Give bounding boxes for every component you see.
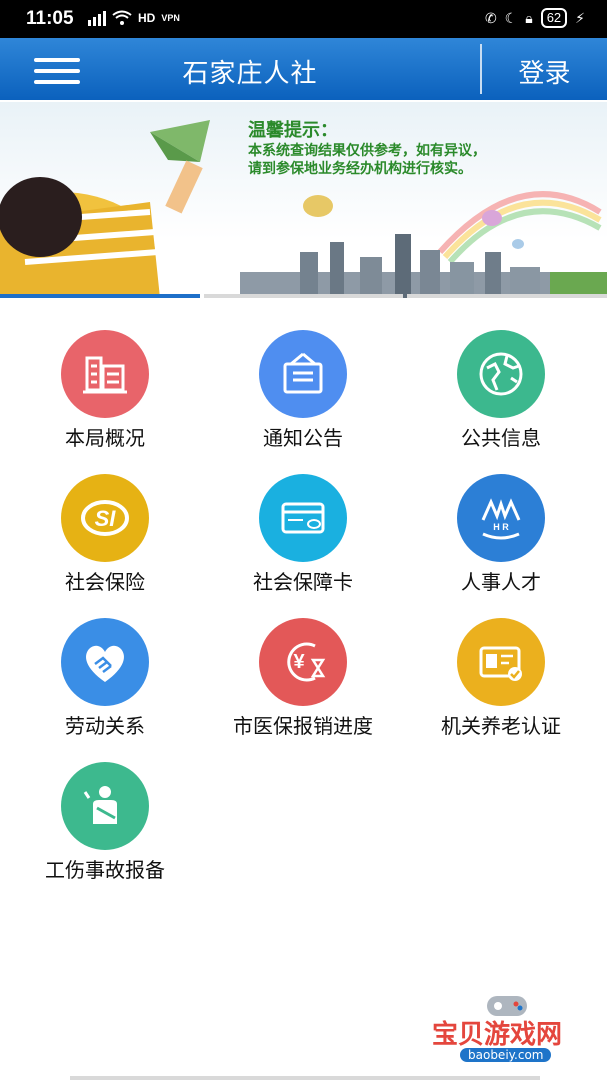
pager-dot[interactable] — [0, 294, 200, 298]
bottom-indicator — [70, 1076, 540, 1080]
page-title: 石家庄人社 — [182, 59, 318, 89]
banner-line-2: 请到参保地业务经办机构进行核实。 — [248, 161, 472, 177]
si-logo-icon: SI — [61, 474, 149, 562]
grid-item-personnel[interactable]: H R 人事人才 — [411, 474, 591, 595]
svg-text:H R: H R — [493, 522, 509, 532]
grid-item-label: 市医保报销进度 — [233, 714, 373, 738]
status-left-icons: HD VPN — [86, 10, 180, 26]
svg-text:¥: ¥ — [293, 651, 305, 673]
hd-icon: HD — [138, 11, 156, 25]
app-header: 石家庄人社 登录 — [0, 38, 607, 100]
signal-4g-icon — [88, 11, 106, 26]
grid-item-bureau-overview[interactable]: 本局概况 — [15, 330, 195, 451]
status-bar: 11:05 HD VPN ✆ ☾ 🔒︎ 62 ⚡︎ — [0, 0, 607, 38]
banner-pager — [0, 294, 607, 298]
grid-item-label: 本局概况 — [65, 426, 145, 450]
handshake-heart-icon — [61, 618, 149, 706]
grid-item-work-injury-report[interactable]: 工伤事故报备 — [15, 762, 195, 883]
charging-icon: ⚡︎ — [575, 9, 585, 26]
notice-banner[interactable]: 温馨提示： 本系统查询结果仅供参考，如有异议， 请到参保地业务经办机构进行核实。 — [0, 102, 607, 298]
battery-icon: 62 — [540, 8, 568, 28]
grid-item-label: 通知公告 — [263, 426, 343, 450]
status-right-icons: ✆ ☾ 🔒︎ 62 ⚡︎ — [485, 8, 585, 28]
card-icon — [259, 474, 347, 562]
grid-item-labor-relations[interactable]: 劳动关系 — [15, 618, 195, 739]
banner-line-1: 本系统查询结果仅供参考，如有异议， — [248, 143, 486, 159]
id-check-icon — [457, 618, 545, 706]
grid-item-public-info[interactable]: 公共信息 — [411, 330, 591, 451]
yen-hourglass-icon: ¥ — [259, 618, 347, 706]
notice-board-icon — [259, 330, 347, 418]
grid-item-label: 社会保险 — [65, 570, 145, 594]
wifi-icon — [112, 10, 132, 25]
grid-item-medical-reimbursement[interactable]: ¥ 市医保报销进度 — [213, 618, 393, 739]
globe-icon — [457, 330, 545, 418]
vpn-icon: VPN — [161, 13, 180, 23]
pager-dot[interactable] — [407, 294, 607, 298]
svg-text:SI: SI — [95, 506, 117, 531]
grid-item-label: 劳动关系 — [65, 714, 145, 738]
status-time: 11:05 — [26, 8, 74, 29]
injury-person-icon — [61, 762, 149, 850]
grid-item-pension-authentication[interactable]: 机关养老认证 — [411, 618, 591, 739]
watermark-text: 宝贝游戏网 — [432, 1020, 563, 1050]
grid-item-social-insurance[interactable]: SI 社会保险 — [15, 474, 195, 595]
grid-item-label: 社会保障卡 — [253, 570, 353, 594]
grid-item-label: 工伤事故报备 — [45, 858, 165, 882]
lock-icon: 🔒︎ — [525, 9, 533, 26]
vibrate-icon: ✆ — [484, 9, 497, 26]
grid-item-notices[interactable]: 通知公告 — [213, 330, 393, 451]
pager-dot[interactable] — [203, 294, 404, 298]
grid-item-social-security-card[interactable]: 社会保障卡 — [213, 474, 393, 595]
grid-item-label: 机关养老认证 — [441, 714, 561, 738]
moon-icon: ☾ — [504, 9, 518, 26]
building-icon — [61, 330, 149, 418]
hr-logo-icon: H R — [457, 474, 545, 562]
grid-item-label: 公共信息 — [461, 426, 541, 450]
grid-item-label: 人事人才 — [461, 570, 541, 594]
watermark-url: baobeiy.com — [460, 1048, 552, 1062]
watermark-logo: 宝贝游戏网 baobeiy.com — [412, 990, 602, 1075]
login-button[interactable]: 登录 — [482, 53, 607, 90]
banner-title: 温馨提示： — [248, 120, 338, 141]
